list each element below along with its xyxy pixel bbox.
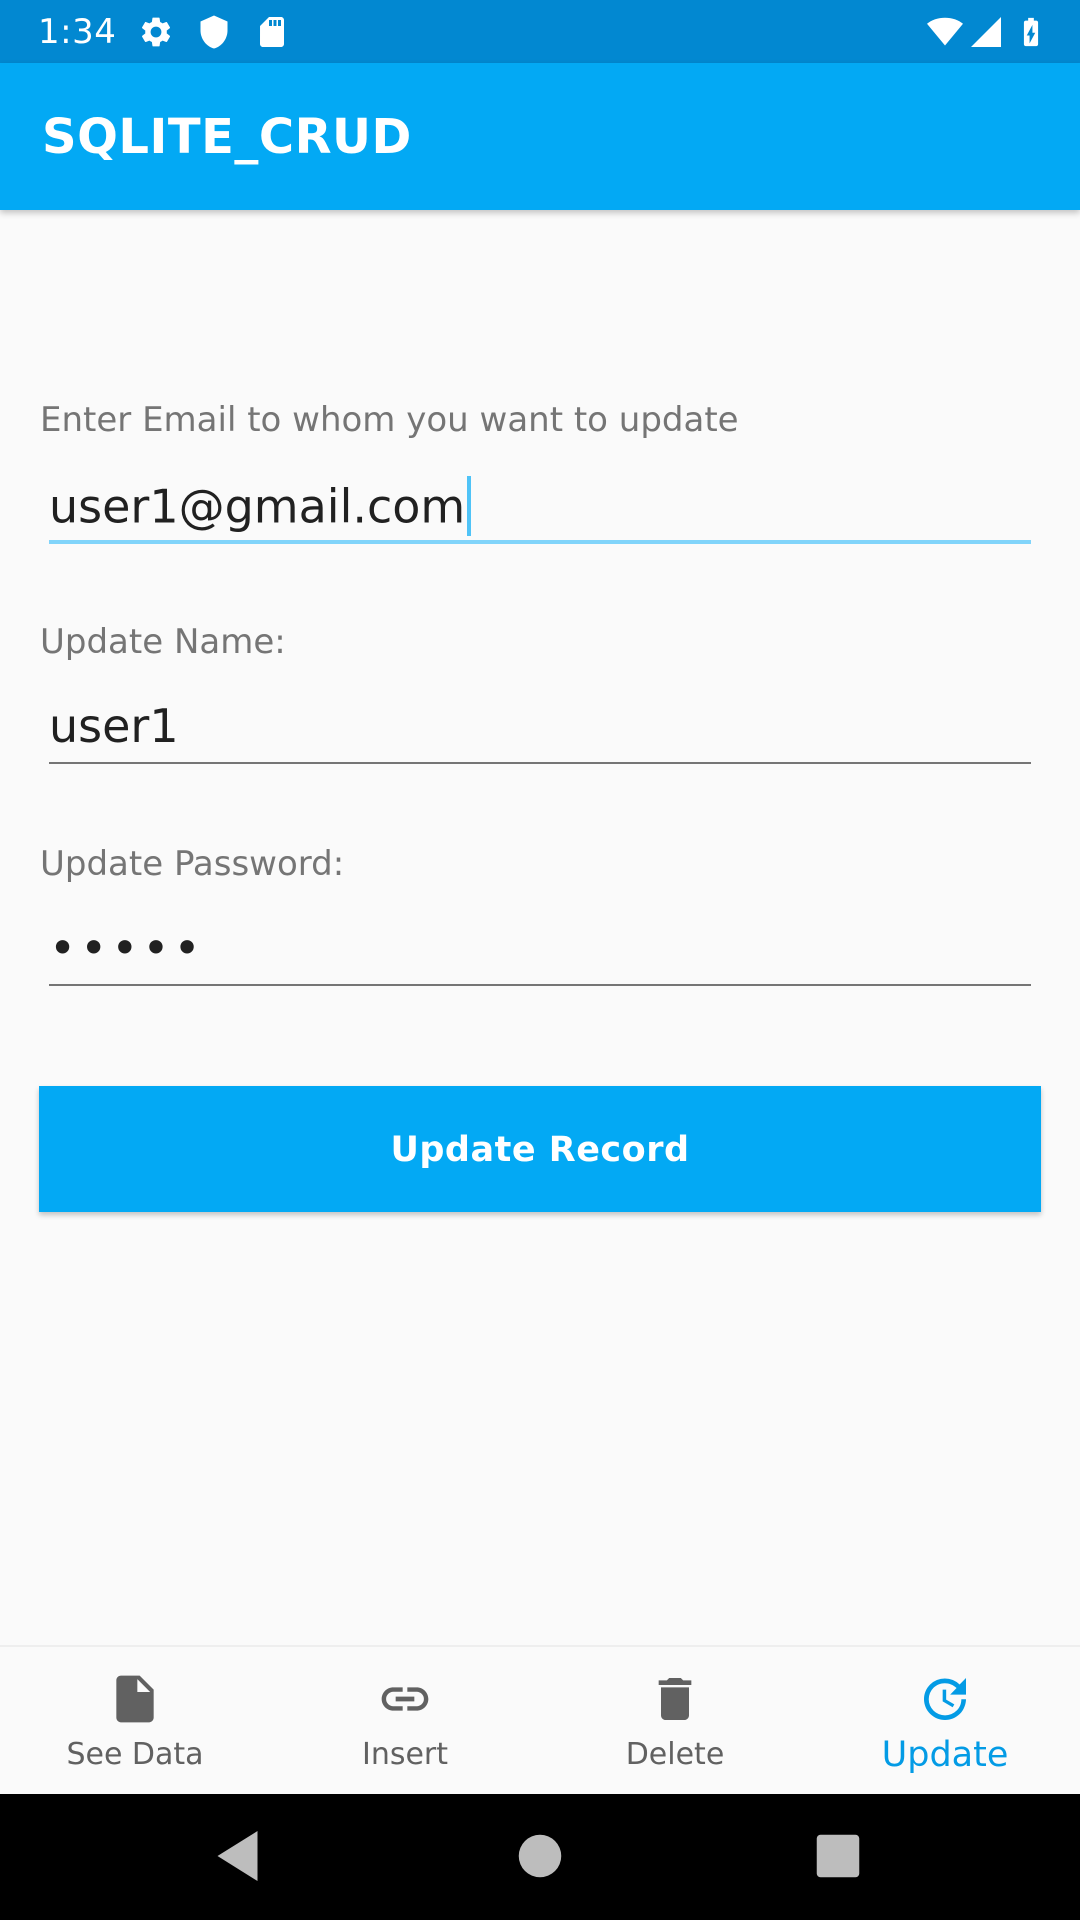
password-label: Update Password: (40, 844, 345, 884)
sd-card-icon (254, 14, 290, 50)
email-label: Enter Email to whom you want to update (40, 400, 739, 440)
link-icon (377, 1671, 433, 1727)
name-underline (49, 762, 1031, 764)
email-underline (49, 540, 1031, 544)
status-bar: 1:34 (0, 0, 1080, 63)
signal-icon (968, 14, 1004, 50)
bottom-navigation: See Data Insert Delete Update (0, 1645, 1080, 1796)
back-icon[interactable] (210, 1826, 270, 1886)
app-title: SQLITE_CRUD (42, 109, 412, 165)
email-value-wrap: user1@gmail.com (49, 476, 472, 540)
email-value: user1@gmail.com (49, 479, 466, 534)
battery-charging-icon (1014, 14, 1048, 50)
nav-label-update: Update (881, 1735, 1009, 1775)
nav-item-update[interactable]: Update (810, 1647, 1080, 1796)
recents-icon[interactable] (808, 1826, 868, 1886)
wifi-icon (924, 14, 966, 50)
nav-label-insert: Insert (361, 1737, 449, 1772)
update-record-button[interactable]: Update Record (39, 1086, 1041, 1212)
nav-label-delete: Delete (625, 1737, 725, 1772)
text-caret (467, 476, 472, 536)
nav-item-insert[interactable]: Insert (270, 1647, 540, 1796)
system-navigation-bar (0, 1794, 1080, 1920)
name-field[interactable]: user1 (49, 692, 1031, 764)
file-icon (107, 1671, 163, 1727)
nav-item-see-data[interactable]: See Data (0, 1647, 270, 1796)
home-icon[interactable] (510, 1826, 570, 1886)
update-icon (917, 1671, 973, 1727)
name-value: user1 (49, 699, 179, 753)
gear-icon (138, 14, 174, 50)
nav-item-delete[interactable]: Delete (540, 1647, 810, 1796)
app-bar: SQLITE_CRUD (0, 63, 1080, 210)
trash-icon (647, 1671, 703, 1727)
password-underline (49, 984, 1031, 986)
status-time: 1:34 (38, 12, 117, 52)
password-value: ••••• (49, 921, 205, 975)
nav-label-see-data: See Data (66, 1737, 204, 1772)
shield-icon (196, 14, 232, 50)
password-field[interactable]: ••••• (49, 914, 1031, 986)
name-label: Update Name: (40, 622, 286, 662)
email-field[interactable]: user1@gmail.com (49, 472, 1031, 544)
